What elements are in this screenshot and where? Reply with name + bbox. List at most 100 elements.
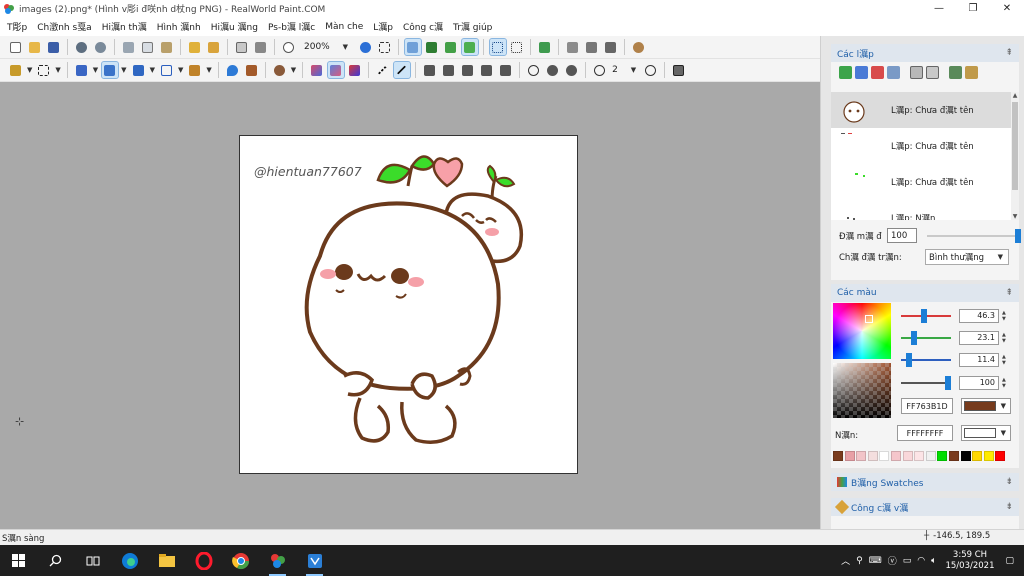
palette-color[interactable] [995,451,1006,461]
stamp-button[interactable] [584,39,600,55]
color-marker[interactable] [865,315,873,323]
menu-view[interactable]: Hi濿n th濿 [97,20,152,33]
channel-value[interactable]: 11.4 [959,353,999,367]
swatches-panel-header[interactable]: B濿ng Swatches ⇟ [831,473,1019,491]
channel-slider-thumb[interactable] [911,331,918,345]
redo-button[interactable] [93,39,109,55]
text-tool-button[interactable] [73,62,89,78]
layer-item[interactable]: L濿p: Chưa đ濿t tên [831,164,1011,200]
palette-color[interactable] [914,451,925,461]
shape-tool-button[interactable] [158,62,174,78]
fill-style-3-button[interactable] [460,62,476,78]
circle-fill-dark-button[interactable] [564,62,580,78]
blend-mode-a-button[interactable] [309,62,325,78]
collapse-icon[interactable]: ⇞ [1005,288,1013,298]
display-icon[interactable]: ▭ [903,556,912,566]
menu-mask[interactable]: Màn che [320,22,368,32]
edge-browser-button[interactable] [111,545,148,576]
select-move-button[interactable] [488,38,507,56]
palette-color[interactable] [890,451,901,461]
scroll-down-icon[interactable]: ▼ [1011,213,1019,220]
network-icon[interactable]: ⚲ [856,556,863,566]
shade-picker[interactable] [833,363,891,418]
drawing-tools-panel-header[interactable]: Công c濿 v濿 ⇟ [831,498,1019,516]
zoom-in-button[interactable] [358,39,374,55]
collapse-icon[interactable]: ⇞ [1005,48,1013,58]
brush-shape-button[interactable] [592,62,608,78]
chevron-down-icon[interactable]: ▼ [150,66,155,74]
channel-slider-thumb[interactable] [905,353,912,367]
resize-button[interactable] [206,39,222,55]
fill-tool-button[interactable] [187,62,203,78]
grid-fine-button[interactable] [443,39,459,55]
chevron-down-icon[interactable]: ▼ [27,66,32,74]
palette-color[interactable] [879,451,890,461]
chevron-down-icon[interactable]: ▼ [178,66,183,74]
layer-properties-icon[interactable] [887,65,900,79]
task-view-button[interactable] [74,545,111,576]
chevron-down-icon[interactable]: ▼ [121,66,126,74]
layer-item[interactable]: L濿p: Chưa đ濿t tên [831,128,1011,164]
channel-value[interactable]: 23.1 [959,331,999,345]
notifications-icon[interactable]: ▢ [1005,556,1014,566]
rect-select-button[interactable] [36,62,52,78]
opacity-input[interactable]: 100 [887,228,917,243]
blend-mode-b-button[interactable] [326,61,345,79]
zoom-select[interactable]: 200% ▼ [301,39,353,55]
menu-tools[interactable]: Công c濿 [398,20,448,33]
blend-mode-c-button[interactable] [347,62,363,78]
background-hex-input[interactable]: FFFFFFFF [897,425,953,441]
layer-item[interactable]: L濿p: N濿n [831,200,1011,220]
minimize-button[interactable]: — [922,0,956,17]
palette-color[interactable] [833,451,843,461]
system-clock[interactable]: 3:59 CH 15/03/2021 [945,550,994,572]
channel-value[interactable]: 46.3 [959,309,999,323]
save-button[interactable] [46,39,62,55]
primary-hex-input[interactable]: FF763B1D [901,398,953,414]
chevron-down-icon[interactable]: ▼ [206,66,211,74]
fit-window-button[interactable] [377,39,393,55]
collapse-icon[interactable]: ⇟ [1005,502,1013,512]
zoom-tool-button[interactable] [281,39,297,55]
channel-slider-thumb[interactable] [945,376,951,390]
copy-button[interactable] [140,39,156,55]
scrollbar-thumb[interactable] [1012,102,1018,190]
antialias-button[interactable] [671,62,687,78]
menu-plugin-filters[interactable]: Ps-b濿 l濿c [263,20,320,33]
spinner-icon[interactable]: ▲ ▼ [1002,377,1006,389]
spinner-icon[interactable]: ▲ ▼ [1002,354,1006,366]
color-spectrum[interactable] [833,303,891,359]
layer-item[interactable]: L濿p: Chưa đ濿t tên [831,92,1011,128]
palette-color[interactable] [902,451,913,461]
background-color-dropdown[interactable]: ▼ [961,425,1011,441]
opera-button[interactable] [185,545,222,576]
brush-size-select[interactable]: 2 ▼ [609,62,641,78]
opacity-slider-thumb[interactable] [1015,228,1021,243]
colors-panel-header[interactable]: Các màu ⇞ [831,284,1019,302]
hand-tool-button[interactable] [234,39,250,55]
layers-toggle-button[interactable] [403,38,422,56]
fill-style-4-button[interactable] [479,62,495,78]
line-style-solid-button[interactable] [392,61,411,79]
channel-value[interactable]: 100 [959,376,999,390]
spinner-icon[interactable]: ▲ ▼ [1002,310,1006,322]
image-canvas[interactable]: @hientuan77607 [239,135,578,474]
circle-fill-button[interactable] [545,62,561,78]
palette-color[interactable] [948,451,959,461]
active-app-button[interactable] [296,545,333,576]
image-view-button[interactable] [460,38,479,56]
palette-color[interactable] [856,451,867,461]
grid-button[interactable] [424,39,440,55]
paste-button[interactable] [159,39,175,55]
move-up-layer-icon[interactable] [949,65,962,79]
duplicate-layer-icon[interactable] [855,65,868,79]
palette-color[interactable] [867,451,878,461]
primary-color-dropdown[interactable]: ▼ [961,398,1011,414]
fill-style-5-button[interactable] [498,62,514,78]
menu-help[interactable]: Tr濿 giúp [448,20,497,33]
cut-button[interactable] [121,39,137,55]
fill-style-2-button[interactable] [441,62,457,78]
brush-tool-button[interactable] [100,61,119,79]
maximize-button[interactable]: ❐ [956,0,990,17]
search-button[interactable] [37,545,74,576]
